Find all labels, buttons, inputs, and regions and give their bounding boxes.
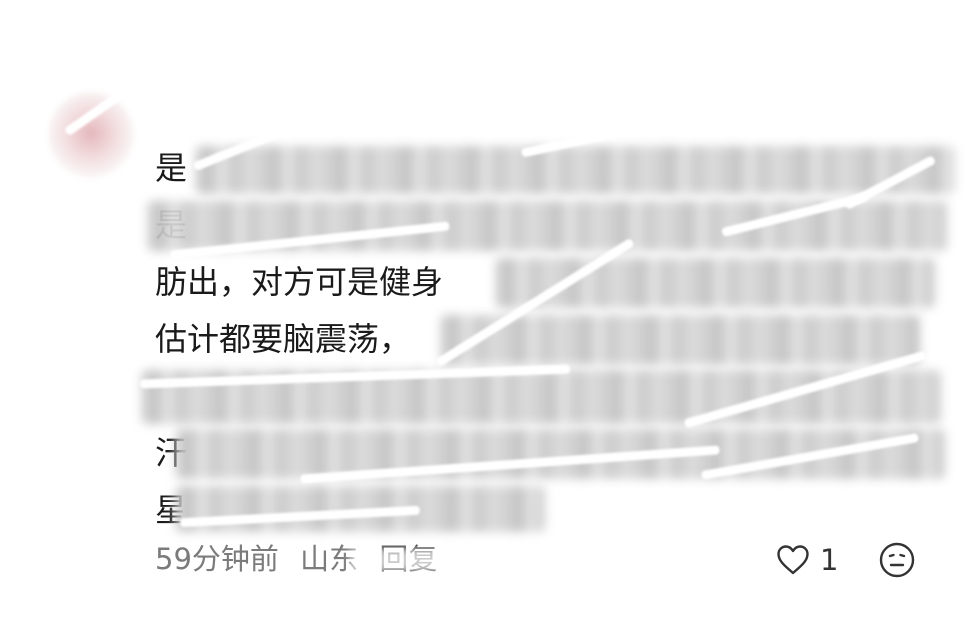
redaction-blur (350, 548, 450, 572)
comment-line: 估计都要脑震荡， (155, 311, 945, 368)
face-neutral-icon (879, 542, 915, 578)
like-count: 1 (820, 543, 839, 577)
redaction-blur (195, 146, 955, 194)
heart-outline-icon (777, 545, 809, 575)
comment-line: 肪出，对方可是健身 (155, 254, 945, 311)
comment-body: 是 是 肪出，对方可是健身 估计都要脑震荡， 汗 星 (141, 140, 955, 539)
comment-time: 59分钟前 (155, 542, 279, 576)
avatar[interactable] (48, 92, 134, 178)
like-button[interactable]: 1 (776, 538, 838, 582)
redaction-blur (440, 315, 920, 365)
dislike-button[interactable] (878, 541, 916, 579)
comment-line: 星 (155, 482, 945, 539)
